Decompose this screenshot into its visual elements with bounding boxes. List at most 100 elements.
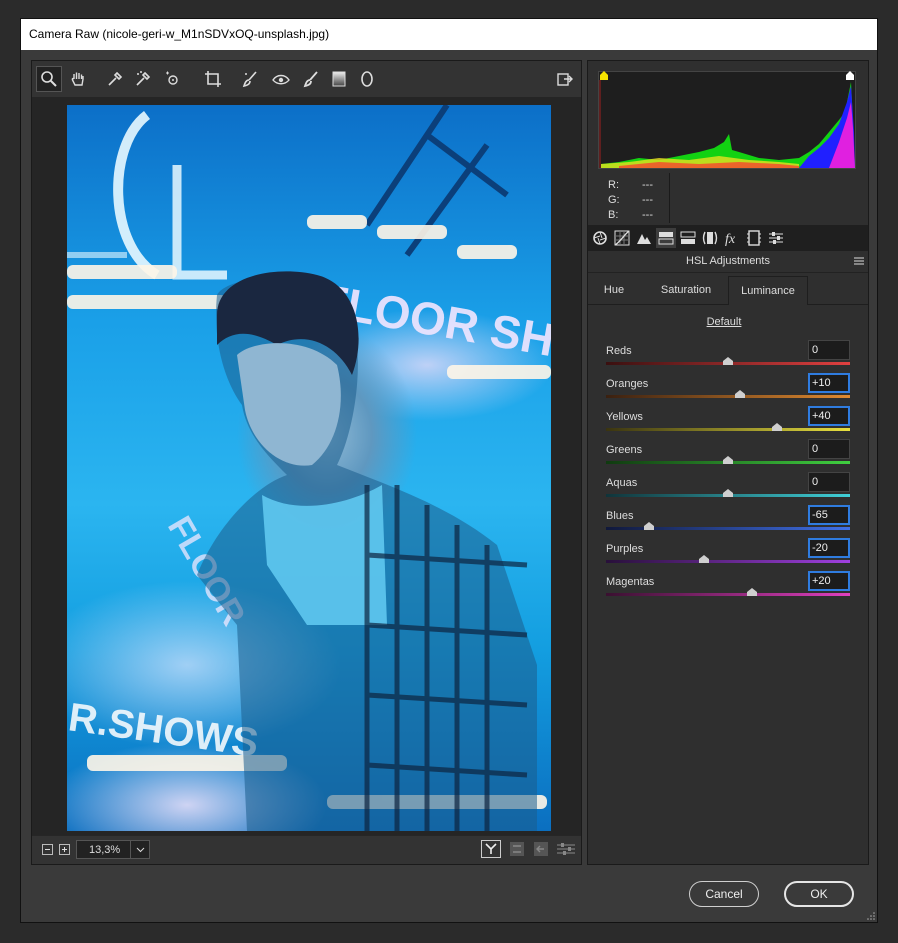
svg-text:fx: fx bbox=[725, 232, 736, 246]
g-value: --- bbox=[642, 194, 653, 206]
preview-panel: FLOOR SHOWS R.SHOWS FLOOR bbox=[31, 60, 582, 865]
swap-icon bbox=[510, 842, 524, 856]
before-after-toggle-button[interactable] bbox=[481, 840, 501, 858]
r-value: --- bbox=[642, 179, 653, 191]
highlight-clipping-warning-icon bbox=[846, 71, 854, 80]
spot-removal-tool[interactable] bbox=[238, 66, 264, 92]
slider-track[interactable] bbox=[606, 527, 850, 530]
crop-tool[interactable] bbox=[200, 66, 226, 92]
tool-bar bbox=[32, 61, 581, 97]
zoom-level-field[interactable]: 13,3% bbox=[76, 840, 150, 859]
slider-label: Greens bbox=[606, 444, 643, 456]
zoom-tool[interactable] bbox=[36, 66, 62, 92]
slider-track[interactable] bbox=[606, 428, 850, 431]
slider-thumb[interactable] bbox=[643, 522, 654, 530]
fx-icon: fx bbox=[725, 232, 736, 246]
tab-calibration[interactable] bbox=[744, 228, 764, 248]
slider-value-field[interactable]: 0 bbox=[808, 340, 850, 360]
tab-effects[interactable]: fx bbox=[722, 228, 742, 248]
slider-thumb[interactable] bbox=[747, 588, 758, 596]
tab-detail[interactable] bbox=[634, 228, 654, 248]
cancel-button[interactable]: Cancel bbox=[689, 881, 759, 907]
tab-luminance[interactable]: Luminance bbox=[728, 276, 808, 305]
slider-value-field[interactable]: +40 bbox=[808, 406, 850, 426]
sliders-icon bbox=[557, 843, 575, 855]
tab-presets[interactable] bbox=[766, 228, 786, 248]
slider-thumb[interactable] bbox=[735, 390, 746, 398]
hsl-tabs: Hue Saturation Luminance bbox=[588, 276, 868, 305]
tab-hue[interactable]: Hue bbox=[594, 276, 634, 304]
default-link[interactable]: Default bbox=[588, 316, 860, 328]
zoom-in-button[interactable] bbox=[59, 844, 70, 855]
slider-track[interactable] bbox=[606, 395, 850, 398]
b-value: --- bbox=[642, 209, 653, 221]
slider-value-field[interactable]: -20 bbox=[808, 538, 850, 558]
histogram bbox=[598, 71, 856, 169]
slider-label: Yellows bbox=[606, 411, 643, 423]
slider-row-greens: Greens 0 bbox=[606, 439, 850, 472]
adjustment-brush-tool[interactable] bbox=[298, 66, 324, 92]
color-sampler-tool[interactable] bbox=[130, 66, 156, 92]
slider-thumb[interactable] bbox=[771, 423, 782, 431]
zoom-level-value: 13,3% bbox=[89, 844, 121, 856]
graduated-filter-tool[interactable] bbox=[326, 66, 352, 92]
sampler-icon bbox=[136, 71, 151, 86]
slider-value-field[interactable]: +10 bbox=[808, 373, 850, 393]
brush-icon bbox=[303, 71, 318, 88]
slider-value-field[interactable]: -65 bbox=[808, 505, 850, 525]
zoom-out-button[interactable] bbox=[42, 844, 53, 855]
plus-icon bbox=[62, 847, 67, 852]
tab-lens-corrections[interactable] bbox=[700, 228, 720, 248]
export-icon bbox=[557, 73, 573, 86]
slider-label: Magentas bbox=[606, 576, 655, 588]
slider-value-field[interactable]: +20 bbox=[808, 571, 850, 591]
slider-value-field[interactable]: 0 bbox=[808, 439, 850, 459]
shadow-clipping-warning-icon bbox=[600, 71, 608, 80]
white-balance-tool[interactable] bbox=[102, 66, 128, 92]
slider-track[interactable] bbox=[606, 593, 850, 596]
slider-label: Oranges bbox=[606, 378, 649, 390]
preview-canvas[interactable]: FLOOR SHOWS R.SHOWS FLOOR bbox=[32, 97, 581, 835]
slider-row-magentas: Magentas +20 bbox=[606, 571, 850, 604]
toggle-settings-button[interactable] bbox=[556, 841, 576, 857]
chevron-down-icon[interactable] bbox=[130, 841, 149, 858]
tab-hsl[interactable] bbox=[656, 228, 676, 248]
tab-basic[interactable] bbox=[590, 228, 610, 248]
red-eye-tool[interactable] bbox=[268, 66, 294, 92]
hand-tool[interactable] bbox=[65, 66, 91, 92]
adjustment-panel: R: --- G: --- B: --- fx HSL Adjustments Hue… bbox=[587, 60, 869, 865]
slider-label: Blues bbox=[606, 510, 634, 522]
b-label: B: bbox=[608, 209, 619, 221]
panel-menu-icon[interactable] bbox=[854, 257, 864, 265]
slider-row-yellows: Yellows +40 bbox=[606, 406, 850, 439]
crop-icon bbox=[205, 71, 221, 87]
lens-icon bbox=[702, 231, 718, 245]
slider-thumb[interactable] bbox=[723, 456, 733, 464]
slider-value-field[interactable]: 0 bbox=[808, 472, 850, 492]
preview-footer: 13,3% bbox=[32, 836, 581, 864]
spot-brush-icon bbox=[242, 71, 257, 88]
tab-split-toning[interactable] bbox=[678, 228, 698, 248]
radial-filter-tool[interactable] bbox=[354, 66, 380, 92]
copy-settings-button[interactable] bbox=[532, 841, 550, 857]
slider-label: Reds bbox=[606, 345, 632, 357]
slider-thumb[interactable] bbox=[723, 357, 733, 365]
ok-button[interactable]: OK bbox=[784, 881, 854, 907]
swap-settings-button[interactable] bbox=[508, 841, 526, 857]
targeted-adjustment-tool[interactable] bbox=[160, 66, 186, 92]
film-strip-icon bbox=[747, 230, 761, 246]
r-label: R: bbox=[608, 179, 619, 191]
open-preferences-button[interactable] bbox=[552, 66, 578, 92]
svg-text:R.SHOWS: R.SHOWS bbox=[67, 695, 261, 765]
tab-saturation[interactable]: Saturation bbox=[646, 276, 726, 304]
slider-thumb[interactable] bbox=[698, 555, 709, 563]
panel-title: HSL Adjustments bbox=[686, 255, 770, 267]
tab-tone-curve[interactable] bbox=[612, 228, 632, 248]
minus-icon bbox=[45, 849, 50, 850]
camera-raw-window: Camera Raw (nicole-geri-w_M1nSDVxOQ-unsp… bbox=[20, 18, 878, 923]
slider-track[interactable] bbox=[606, 560, 850, 563]
resize-grip-icon[interactable] bbox=[867, 912, 875, 920]
g-label: G: bbox=[608, 194, 620, 206]
mountains-icon bbox=[637, 234, 651, 244]
slider-thumb[interactable] bbox=[723, 489, 733, 497]
